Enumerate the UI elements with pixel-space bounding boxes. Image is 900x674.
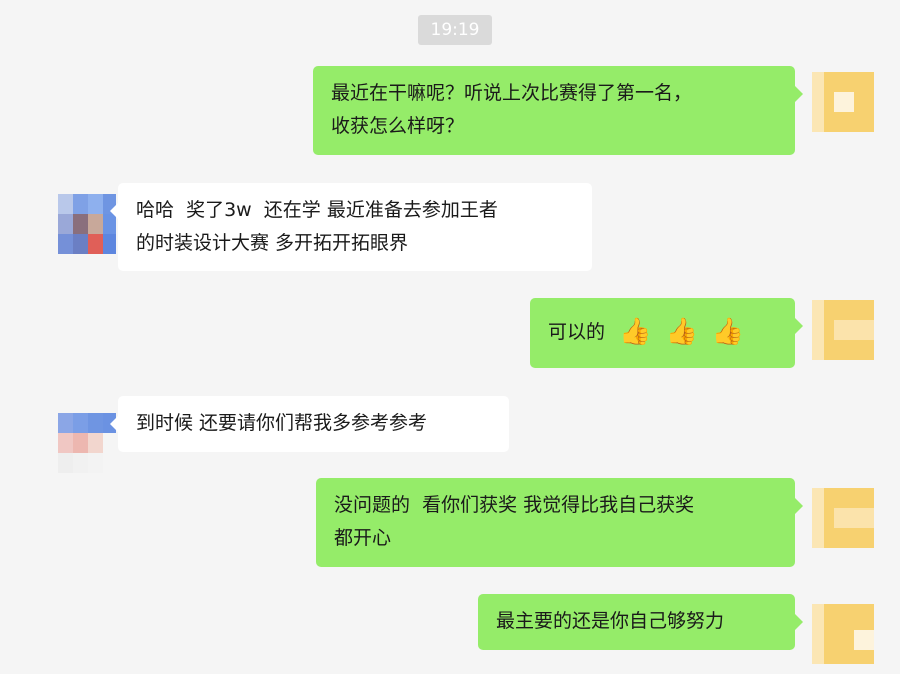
self-avatar[interactable] [812, 604, 874, 664]
contact-avatar[interactable] [58, 413, 116, 473]
message-text: 最近在干嘛呢？听说上次比赛得了第一名， 收获怎么样呀？ [331, 82, 693, 137]
message-text: 哈哈 奖了3w 还在学 最近准备去参加王者 的时装设计大赛 多开拓开拓眼界 [136, 199, 498, 254]
message-bubble-received[interactable]: 哈哈 奖了3w 还在学 最近准备去参加王者 的时装设计大赛 多开拓开拓眼界 [110, 183, 592, 271]
chat-window: 19:19 最近在干嘛呢？听说上次比赛得了第一名， 收获怎么样呀？ 哈哈 奖了3… [0, 0, 900, 674]
message-bubble-sent[interactable]: 可以的 👍 👍 👍 [530, 298, 803, 368]
message-bubble-sent[interactable]: 没问题的 看你们获奖 我觉得比我自己获奖 都开心 [316, 478, 803, 567]
self-avatar[interactable] [812, 72, 874, 132]
message-text: 最主要的还是你自己够努力 [496, 610, 725, 632]
message-bubble-sent[interactable]: 最近在干嘛呢？听说上次比赛得了第一名， 收获怎么样呀？ [313, 66, 803, 155]
message-text: 可以的 [548, 321, 606, 343]
self-avatar[interactable] [812, 488, 874, 548]
message-bubble-received[interactable]: 到时候 还要请你们帮我多参考参考 [110, 396, 509, 452]
message-text: 没问题的 看你们获奖 我觉得比我自己获奖 都开心 [334, 494, 695, 549]
message-timestamp: 19:19 [418, 15, 492, 45]
thumbs-up-icon: 👍 [711, 317, 745, 347]
message-bubble-sent[interactable]: 最主要的还是你自己够努力 [478, 594, 803, 650]
thumbs-up-icon: 👍 [665, 317, 698, 347]
self-avatar[interactable] [812, 300, 874, 360]
thumbs-up-icon: 👍 [619, 317, 652, 347]
contact-avatar[interactable] [58, 194, 116, 254]
message-text: 到时候 还要请你们帮我多参考参考 [136, 412, 428, 434]
